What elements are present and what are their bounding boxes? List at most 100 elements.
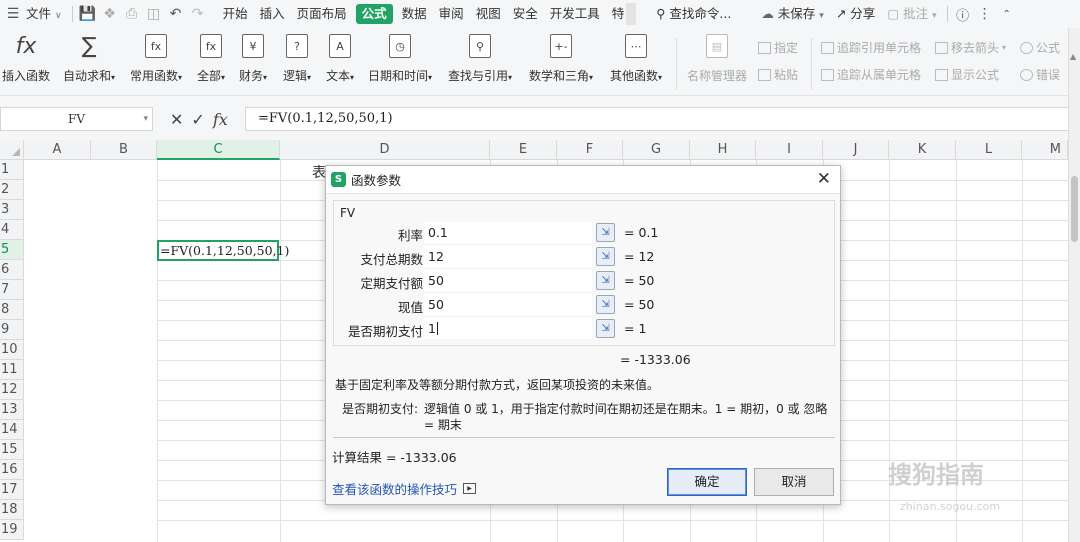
collapse-ribbon-icon[interactable]: ⌃ — [996, 0, 1018, 28]
column-header-f[interactable]: F — [557, 140, 623, 160]
row-header-18[interactable]: 18 — [0, 500, 24, 520]
financial-button[interactable]: ¥ 财务▾ — [239, 34, 267, 84]
hamburger-menu-icon[interactable]: ☰ — [2, 0, 24, 28]
function-tips-link[interactable]: 查看该函数的操作技巧 ▶ — [332, 479, 477, 498]
ok-button[interactable]: 确定 — [667, 468, 747, 496]
nper-input[interactable]: 12 — [424, 246, 592, 267]
dialog-title-bar[interactable]: S 函数参数 ✕ — [326, 166, 840, 194]
logical-button[interactable]: ? 逻辑▾ — [283, 34, 311, 84]
comment-button[interactable]: ▢ 批注 ▾ — [881, 0, 942, 28]
cancel-button[interactable]: 取消 — [754, 468, 834, 496]
row-header-17[interactable]: 17 — [0, 480, 24, 500]
tab-developer[interactable]: 开发工具 — [544, 0, 606, 28]
row-header-1[interactable]: 1 — [0, 160, 24, 180]
pv-input[interactable]: 50 — [424, 294, 592, 315]
column-header-c[interactable]: C — [157, 140, 280, 160]
tab-security[interactable]: 安全 — [507, 0, 544, 28]
undo-icon[interactable]: ↶ — [165, 0, 187, 28]
row-header-7[interactable]: 7 — [0, 280, 24, 300]
collapse-dialog-icon[interactable]: ⇲ — [596, 271, 615, 290]
row-header-19[interactable]: 19 — [0, 520, 24, 540]
chevron-down-icon[interactable]: ▾ — [143, 108, 148, 130]
search-commands[interactable]: ⚲ 查找命令... — [650, 0, 737, 28]
row-header-15[interactable]: 15 — [0, 440, 24, 460]
column-header-i[interactable]: I — [756, 140, 823, 160]
row-header-16[interactable]: 16 — [0, 460, 24, 480]
paste-name-button[interactable]: 粘贴 — [758, 66, 798, 83]
tab-special[interactable]: 特 — [606, 0, 627, 28]
all-functions-button[interactable]: fx 全部▾ — [197, 34, 225, 84]
select-all-corner[interactable] — [0, 140, 24, 160]
row-header-13[interactable]: 13 — [0, 400, 24, 420]
type-input[interactable]: 1 — [424, 318, 592, 339]
column-header-g[interactable]: G — [623, 140, 690, 160]
pmt-input[interactable]: 50 — [424, 270, 592, 291]
insert-function-icon[interactable]: fx — [213, 110, 228, 129]
lookup-reference-button[interactable]: ⚲ 查找与引用▾ — [448, 34, 512, 84]
show-formulas-button[interactable]: 显示公式 — [935, 66, 999, 83]
formula-input[interactable]: =FV(0.1,12,50,50,1) — [245, 107, 1080, 131]
name-manager-button[interactable]: ▤ 名称管理器 — [687, 34, 747, 84]
share-button[interactable]: ↗ 分享 — [830, 0, 881, 28]
tab-data[interactable]: 数据 — [396, 0, 433, 28]
text-button[interactable]: A 文本▾ — [326, 34, 354, 84]
column-header-e[interactable]: E — [490, 140, 557, 160]
row-header-12[interactable]: 12 — [0, 380, 24, 400]
row-header-8[interactable]: 8 — [0, 300, 24, 320]
collapse-dialog-icon[interactable]: ⇲ — [596, 223, 615, 242]
common-functions-button[interactable]: fx 常用函数▾ — [130, 34, 182, 84]
row-header-2[interactable]: 2 — [0, 180, 24, 200]
more-functions-button[interactable]: ⋯ 其他函数▾ — [610, 34, 662, 84]
scrollbar-thumb[interactable] — [1071, 176, 1078, 242]
tab-page-layout[interactable]: 页面布局 — [291, 0, 353, 28]
collapse-dialog-icon[interactable]: ⇲ — [596, 319, 615, 338]
tab-insert[interactable]: 插入 — [254, 0, 291, 28]
trace-dependents-button[interactable]: 追踪从属单元格 — [821, 66, 921, 83]
column-header-h[interactable]: H — [690, 140, 756, 160]
date-time-button[interactable]: ◷ 日期和时间▾ — [368, 34, 432, 84]
cell-c5-active[interactable]: =FV(0.1,12,50,50,1) — [157, 240, 289, 261]
scroll-up-icon[interactable]: ▲ — [1070, 52, 1076, 61]
cell-d1[interactable]: 表 — [312, 162, 326, 182]
column-header-j[interactable]: J — [823, 140, 889, 160]
column-header-b[interactable]: B — [91, 140, 157, 160]
tab-home[interactable]: 开始 — [217, 0, 254, 28]
tab-view[interactable]: 视图 — [470, 0, 507, 28]
format-painter-icon[interactable]: ❖ — [99, 0, 121, 28]
tab-scroll-right-icon[interactable] — [626, 3, 637, 25]
math-trig-button[interactable]: +- 数学和三角▾ — [529, 34, 593, 84]
autosum-button[interactable]: ∑ 自动求和▾ — [63, 34, 115, 84]
row-header-10[interactable]: 10 — [0, 340, 24, 360]
redo-icon[interactable]: ↷ — [187, 0, 209, 28]
column-header-m[interactable]: M — [1022, 140, 1068, 160]
trace-precedents-button[interactable]: 追踪引用单元格 — [821, 39, 921, 56]
column-header-a[interactable]: A — [24, 140, 91, 160]
tab-review[interactable]: 审阅 — [433, 0, 470, 28]
column-header-k[interactable]: K — [889, 140, 956, 160]
row-header-14[interactable]: 14 — [0, 420, 24, 440]
unsaved-status[interactable]: ☁ 未保存 ▾ — [755, 0, 830, 28]
confirm-edit-icon[interactable]: ✓ — [191, 110, 204, 129]
evaluate-formula-button[interactable]: 公式 — [1020, 39, 1060, 56]
tab-formulas[interactable]: 公式 — [355, 4, 393, 24]
save-icon[interactable]: 💾 — [77, 0, 99, 28]
rate-input[interactable]: 0.1 — [424, 222, 592, 243]
vertical-scrollbar[interactable]: ▲ — [1068, 28, 1080, 542]
row-header-4[interactable]: 4 — [0, 220, 24, 240]
row-header-3[interactable]: 3 — [0, 200, 24, 220]
cancel-edit-icon[interactable]: ✕ — [170, 110, 183, 129]
row-header-9[interactable]: 9 — [0, 320, 24, 340]
collapse-dialog-icon[interactable]: ⇲ — [596, 295, 615, 314]
close-icon[interactable]: ✕ — [817, 170, 831, 188]
print-icon[interactable]: ⎙ — [121, 0, 143, 28]
name-box[interactable]: FV ▾ — [0, 107, 153, 131]
collapse-dialog-icon[interactable]: ⇲ — [596, 247, 615, 266]
print-preview-icon[interactable]: ◫ — [143, 0, 165, 28]
define-name-button[interactable]: 指定 — [758, 39, 798, 56]
insert-function-button[interactable]: fx 插入函数 — [2, 34, 50, 84]
row-header-11[interactable]: 11 — [0, 360, 24, 380]
remove-arrows-button[interactable]: 移去箭头 ▾ — [935, 39, 1006, 56]
error-check-button[interactable]: 错误 — [1020, 66, 1060, 83]
row-header-5[interactable]: 5 — [0, 240, 24, 260]
more-options-icon[interactable]: ⋮ — [974, 0, 996, 28]
